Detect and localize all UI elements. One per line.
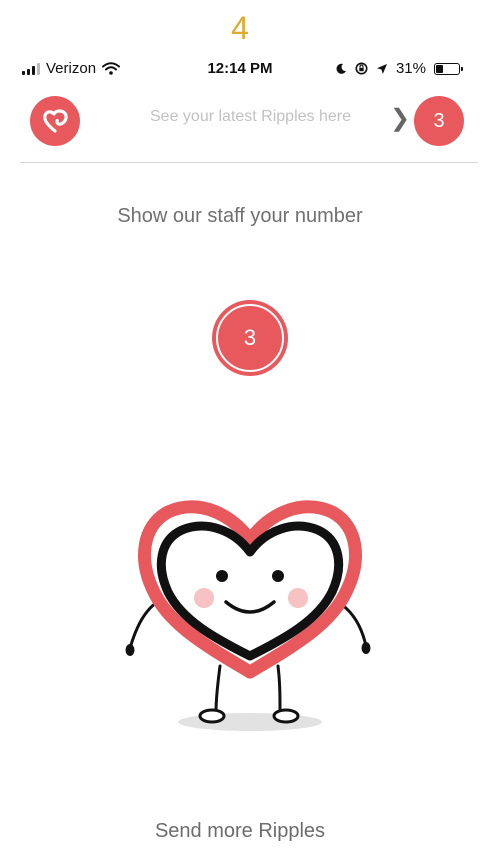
- app-header: See your latest Ripples here ❯ 3: [0, 94, 480, 150]
- mascot-cheek-left: [194, 588, 214, 608]
- status-bar: Verizon 12:14 PM 31%: [0, 58, 480, 82]
- ripple-number: 3: [243, 325, 257, 350]
- ripples-count-badge[interactable]: 3: [414, 96, 464, 146]
- send-more-ripples-button[interactable]: Send more Ripples: [0, 820, 480, 843]
- show-number-prompt: Show our staff your number: [117, 205, 363, 227]
- battery-percent: 31%: [395, 60, 426, 77]
- moon-icon: [336, 63, 346, 74]
- step-label: 4: [231, 10, 249, 46]
- status-right: 31%: [335, 60, 463, 77]
- mascot-foot-left: [198, 708, 226, 724]
- battery-icon: [434, 62, 463, 75]
- chevron-right-icon[interactable]: ❯: [390, 104, 410, 133]
- mascot-leg-right: [276, 664, 282, 714]
- ripple-number-badge: 3: [212, 300, 288, 376]
- screen: 4 Verizon 12:14 PM 31% See your latest R…: [0, 0, 480, 848]
- mascot-eye-left: [216, 570, 228, 582]
- battery-level: [436, 64, 443, 73]
- mascot-cheek-right: [288, 588, 308, 608]
- header-divider: [20, 162, 478, 163]
- latest-ripples-link[interactable]: See your latest Ripples here: [150, 108, 351, 126]
- heart-logo-button[interactable]: [30, 96, 80, 146]
- heart-logo-icon: [43, 109, 68, 133]
- orientation-lock-icon: [355, 62, 368, 75]
- mascot-eye-right: [272, 570, 284, 582]
- heart-mascot-illustration: [125, 500, 371, 731]
- mascot-leg-left: [214, 664, 222, 714]
- location-arrow-icon: [376, 63, 387, 74]
- mascot-foot-right: [272, 708, 300, 724]
